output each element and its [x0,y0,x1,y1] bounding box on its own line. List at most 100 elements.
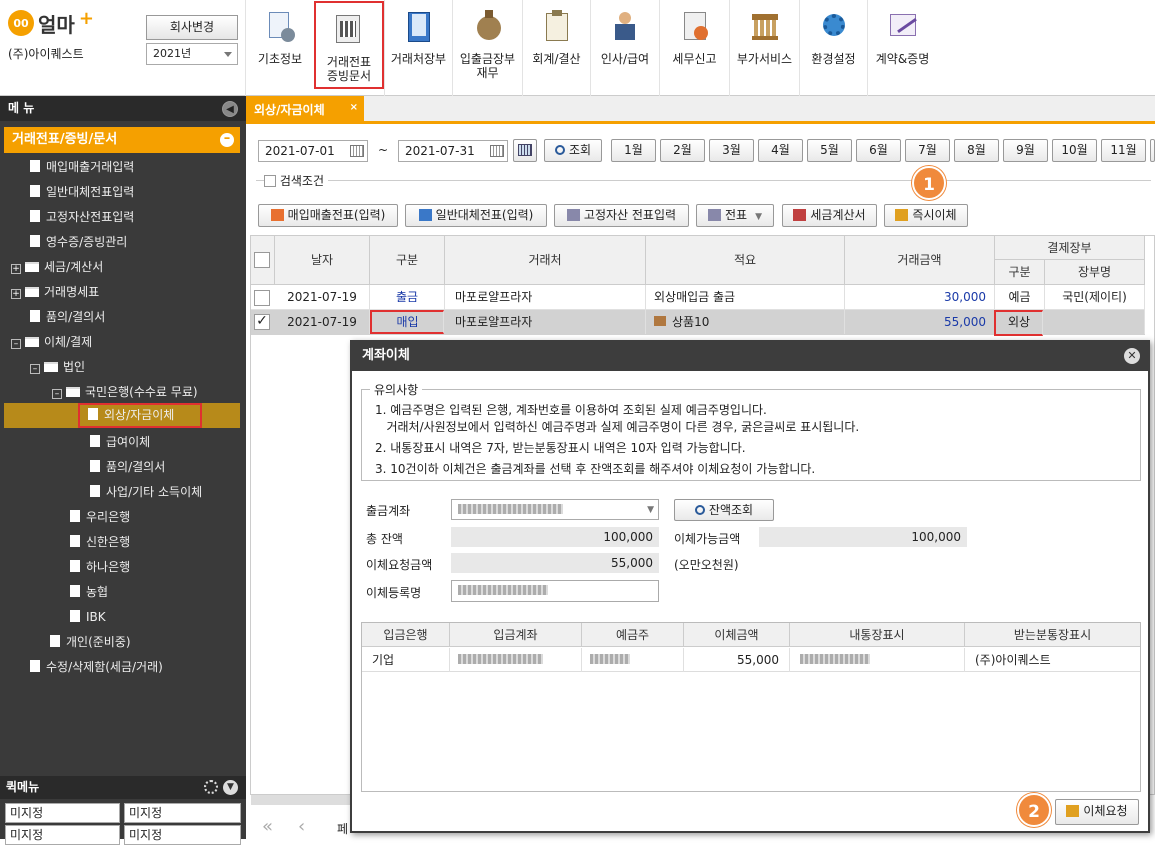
menu-cash-ledger[interactable]: 입출금장부 재무 [452,0,522,96]
month-button[interactable]: 9월 [1003,139,1048,162]
quick-button[interactable]: 미지정 [5,825,120,845]
close-icon[interactable]: × [350,94,358,122]
sidebar-item[interactable]: 신한은행 [70,531,130,553]
month-button-partial[interactable] [1150,139,1155,162]
search-button[interactable]: 조회 [544,139,602,162]
header-select-all[interactable] [251,236,275,285]
month-button[interactable]: 10월 [1052,139,1097,162]
collapse-icon[interactable]: ◀ [222,101,238,117]
menu-hr-payroll[interactable]: 인사/급여 [590,0,659,96]
checkbox[interactable] [254,252,270,268]
sidebar-item[interactable]: 농협 [70,581,108,603]
change-company-button[interactable]: 회사변경 [146,15,238,40]
general-voucher-button[interactable]: 일반대체전표(입력) [405,204,547,227]
date-to-value: 2021-07-31 [405,144,475,158]
minus-icon[interactable]: – [52,389,62,399]
sidebar-item[interactable]: 우리은행 [70,506,130,528]
purchase-sales-voucher-button[interactable]: 매입매출전표(입력) [258,204,398,227]
menu-voucher[interactable]: 거래전표 증빙문서 [314,1,384,89]
menu-basic-info[interactable]: 기초정보 [245,0,314,96]
month-button[interactable]: 7월 [905,139,950,162]
col-header-my-display: 내통장표시 [790,623,965,647]
tab-transfer[interactable]: 외상/자금이체 × [246,96,364,124]
minus-icon[interactable]: – [30,364,40,374]
month-button[interactable]: 2월 [660,139,705,162]
sidebar-item[interactable]: 영수증/증빙관리 [30,231,127,253]
month-button[interactable]: 1월 [611,139,656,162]
sidebar-folder[interactable]: – 국민은행(수수료 무료) [52,381,198,403]
sidebar-folder[interactable]: + 세금/계산서 [11,256,103,278]
tax-invoice-button[interactable]: 세금계산서 [782,204,877,227]
calendar-icon[interactable] [490,145,504,157]
menu-settings[interactable]: 환경설정 [799,0,867,96]
menu-partner-ledger[interactable]: 거래처장부 [384,0,452,96]
minus-icon[interactable]: – [11,339,21,349]
sidebar-item-transfer[interactable]: 외상/자금이체 [78,403,202,428]
month-button[interactable]: 6월 [856,139,901,162]
first-page-icon[interactable]: « [262,816,273,837]
chevron-down-icon [224,52,232,57]
balance-check-button[interactable]: 잔액조회 [674,499,774,521]
month-button[interactable]: 3월 [709,139,754,162]
col-header-type[interactable]: 구분 [370,236,445,285]
minus-icon[interactable]: – [220,132,234,147]
calendar-icon[interactable] [350,145,364,157]
chevron-down-icon[interactable]: ▼ [223,780,238,795]
sidebar-item[interactable]: 일반대체전표입력 [30,181,134,203]
withdraw-account-select[interactable]: ▼ [451,499,659,520]
date-from-field[interactable]: 2021-07-01 [258,140,368,162]
plus-icon[interactable]: + [11,264,21,274]
sidebar-folder[interactable]: + 거래명세표 [11,281,99,303]
sidebar-item[interactable]: 급여이체 [90,431,150,453]
col-header-amount[interactable]: 거래금액 [845,236,995,285]
col-header-date[interactable]: 날자 [275,236,370,285]
checkbox[interactable] [254,290,270,306]
reg-name-field[interactable] [451,580,659,602]
prev-page-icon[interactable]: ‹ [298,816,305,837]
sidebar-item[interactable]: 개인(준비중) [50,631,131,653]
transfer-request-button[interactable]: 이체요청 [1055,799,1139,825]
sidebar-item[interactable]: 고정자산전표입력 [30,206,134,228]
calendar-button[interactable] [513,139,537,162]
month-button[interactable]: 5월 [807,139,852,162]
sidebar-item[interactable]: 품의/결의서 [30,306,105,328]
col-header-memo[interactable]: 적요 [646,236,845,285]
sidebar-item[interactable]: 하나은행 [70,556,130,578]
menu-addon-services[interactable]: 부가서비스 [729,0,799,96]
month-button[interactable]: 11월 [1101,139,1146,162]
plus-icon[interactable]: + [11,289,21,299]
dialog-header: 계좌이체 ✕ [352,341,1148,371]
checkbox[interactable] [264,175,276,187]
col-header-book-name[interactable]: 장부명 [1045,260,1145,285]
menu-accounting[interactable]: 회계/결산 [522,0,590,96]
dialog-title: 계좌이체 [362,348,410,363]
sidebar-item[interactable]: 품의/결의서 [90,456,165,478]
company-name: (주)아이퀘스트 [8,47,84,61]
col-header-pay-type[interactable]: 구분 [995,260,1045,285]
instant-transfer-button[interactable]: 즉시이체 [884,204,968,227]
voucher-dropdown-button[interactable]: 전표 ▼ [696,204,774,227]
sidebar-item[interactable]: 수정/삭제함(세금/거래) [30,656,163,678]
sidebar-folder[interactable]: – 이체/결제 [11,331,92,353]
gear-icon[interactable] [204,780,218,794]
month-button[interactable]: 4월 [758,139,803,162]
sidebar-folder[interactable]: – 법인 [30,356,85,378]
menu-contract[interactable]: 계약&증명 [867,0,937,96]
year-select[interactable]: 2021년 [146,43,238,65]
date-to-field[interactable]: 2021-07-31 [398,140,508,162]
sidebar-item[interactable]: IBK [70,606,106,628]
sidebar-item[interactable]: 사업/기타 소득이체 [90,481,202,503]
quick-button[interactable]: 미지정 [5,803,120,823]
checkbox-checked[interactable]: ✓ [254,314,270,330]
quick-button[interactable]: 미지정 [124,803,241,823]
col-header-partner[interactable]: 거래처 [445,236,646,285]
sidebar-item[interactable]: 매입매출거래입력 [30,156,134,178]
fixed-asset-voucher-button[interactable]: 고정자산 전표입력 [554,204,689,227]
menu-tax[interactable]: 세무신고 [659,0,729,96]
month-button[interactable]: 8월 [954,139,999,162]
close-icon[interactable]: ✕ [1124,348,1140,364]
scrollbar[interactable] [251,795,351,805]
quick-button[interactable]: 미지정 [124,825,241,845]
search-condition-toggle[interactable]: 검색조건 [264,172,328,189]
sidebar-section[interactable]: 거래전표/증빙/문서 – [4,127,240,153]
